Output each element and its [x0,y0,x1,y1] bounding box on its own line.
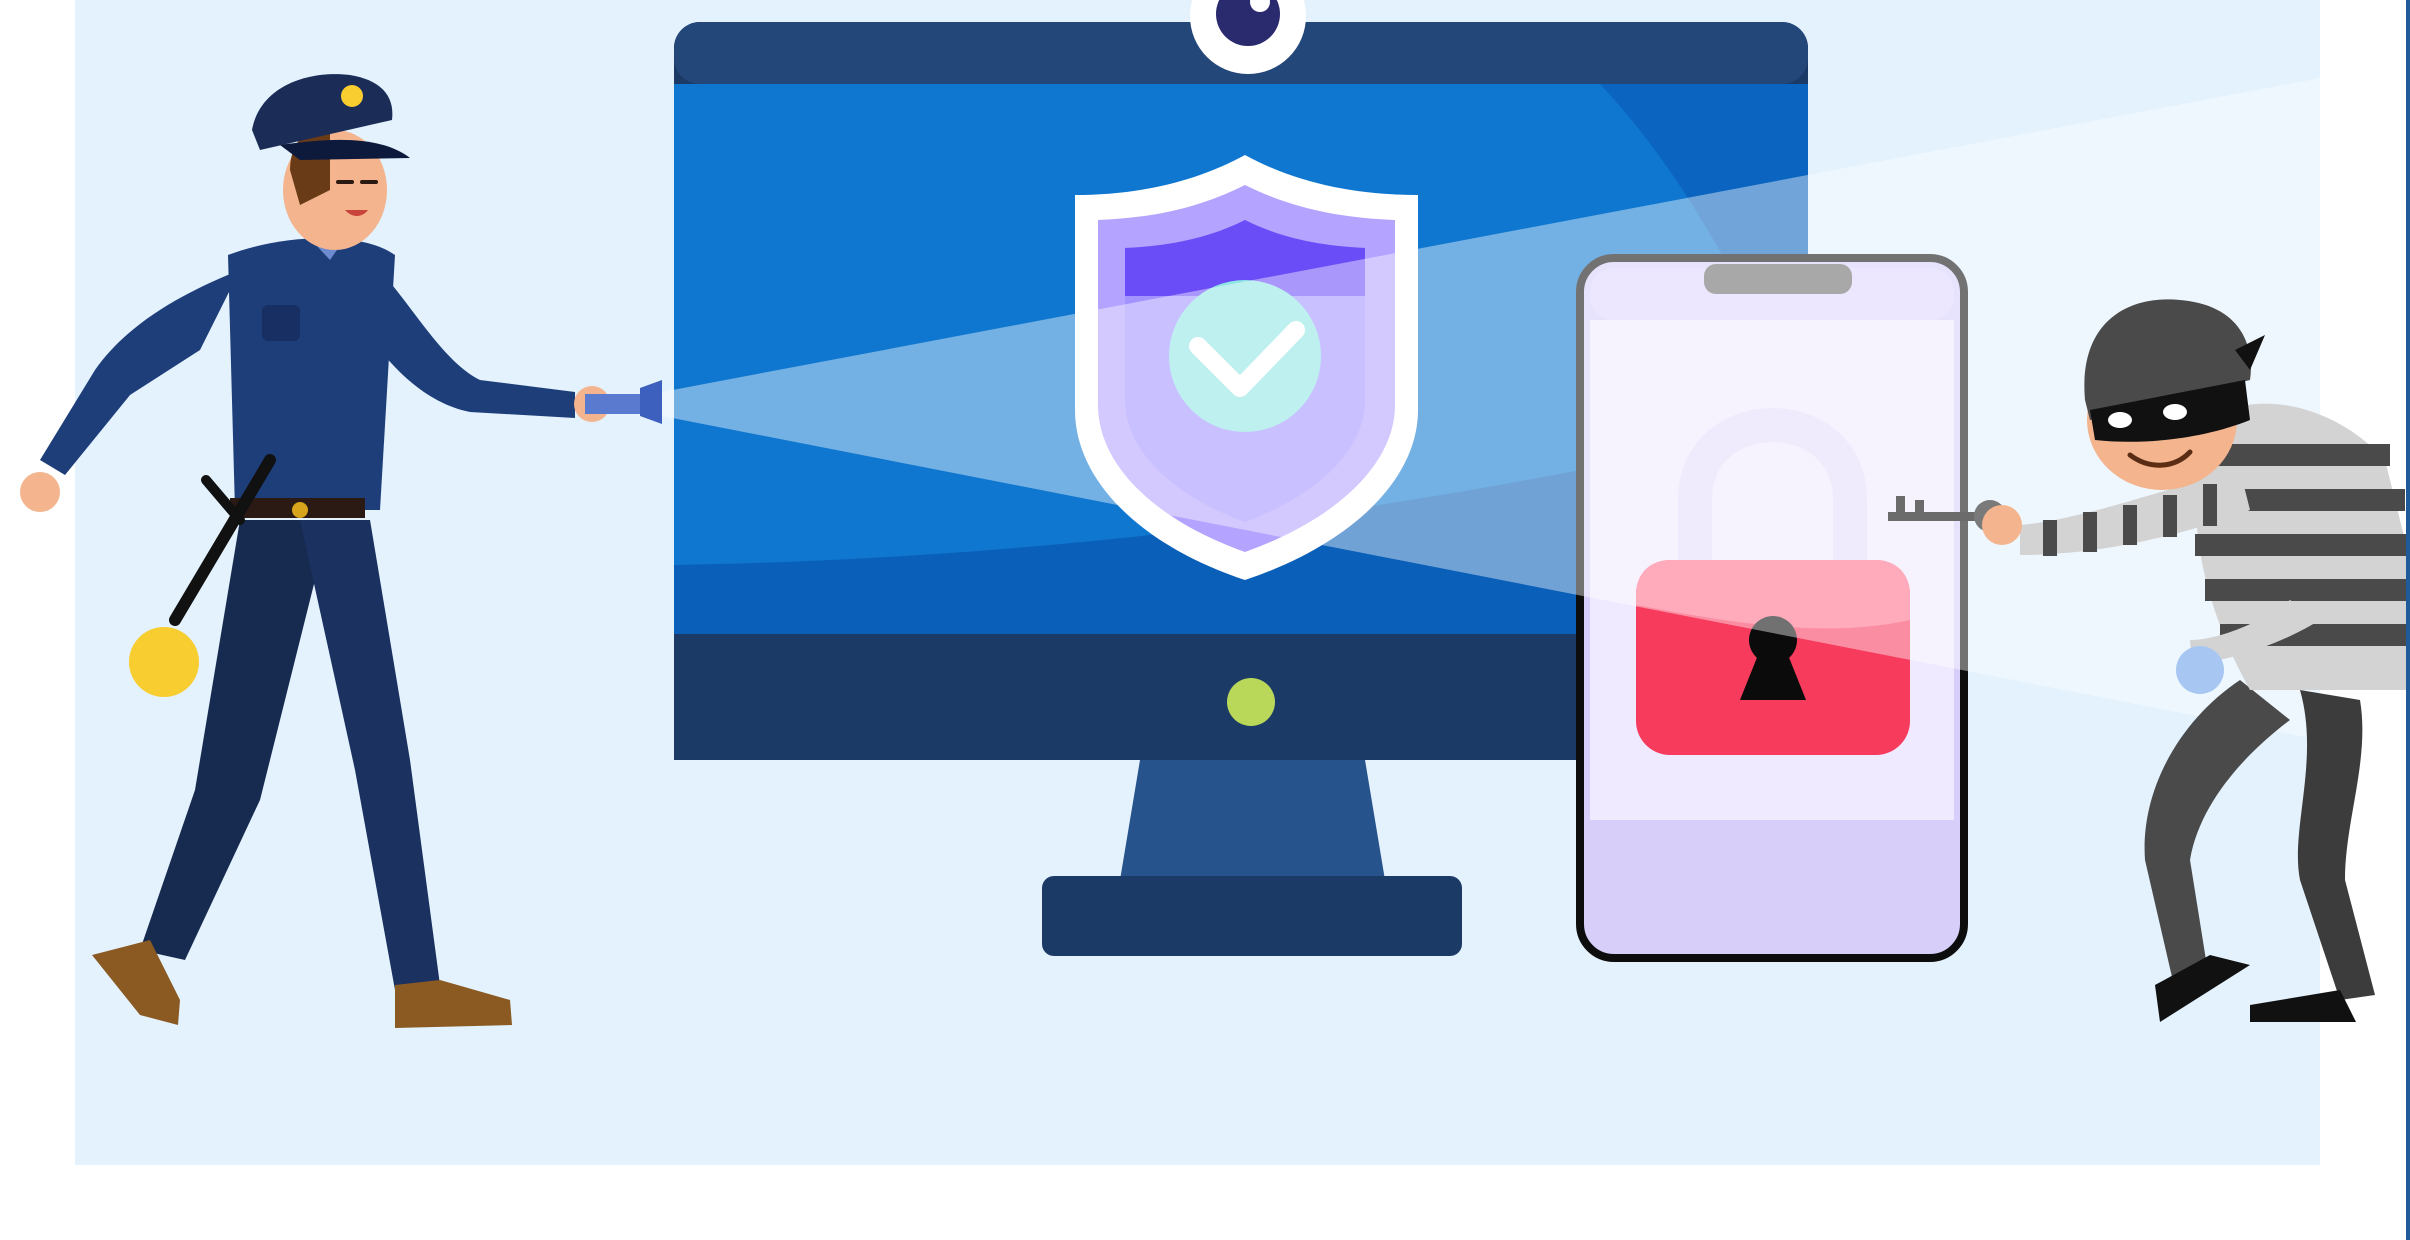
burglar-hand [1982,505,2022,545]
cap-badge-icon [341,85,363,107]
burglar-right-eye [2163,404,2187,420]
key-tooth-1 [1896,496,1905,514]
monitor-stand-base [1042,876,1462,956]
security-illustration [20,0,2410,1165]
officer-back-hand [20,472,60,512]
belt-buckle [292,502,308,518]
right-edge-line [2406,0,2410,1240]
burglar-left-eye [2108,412,2132,428]
officer-yellow-pouch [129,627,199,697]
officer-pocket [262,305,300,341]
key-tooth-2 [1915,500,1924,514]
monitor-power-button [1227,678,1275,726]
flashlight-body [585,394,645,414]
burglar-loot-bag [2176,646,2224,694]
monitor-stand-neck [1120,760,1385,880]
